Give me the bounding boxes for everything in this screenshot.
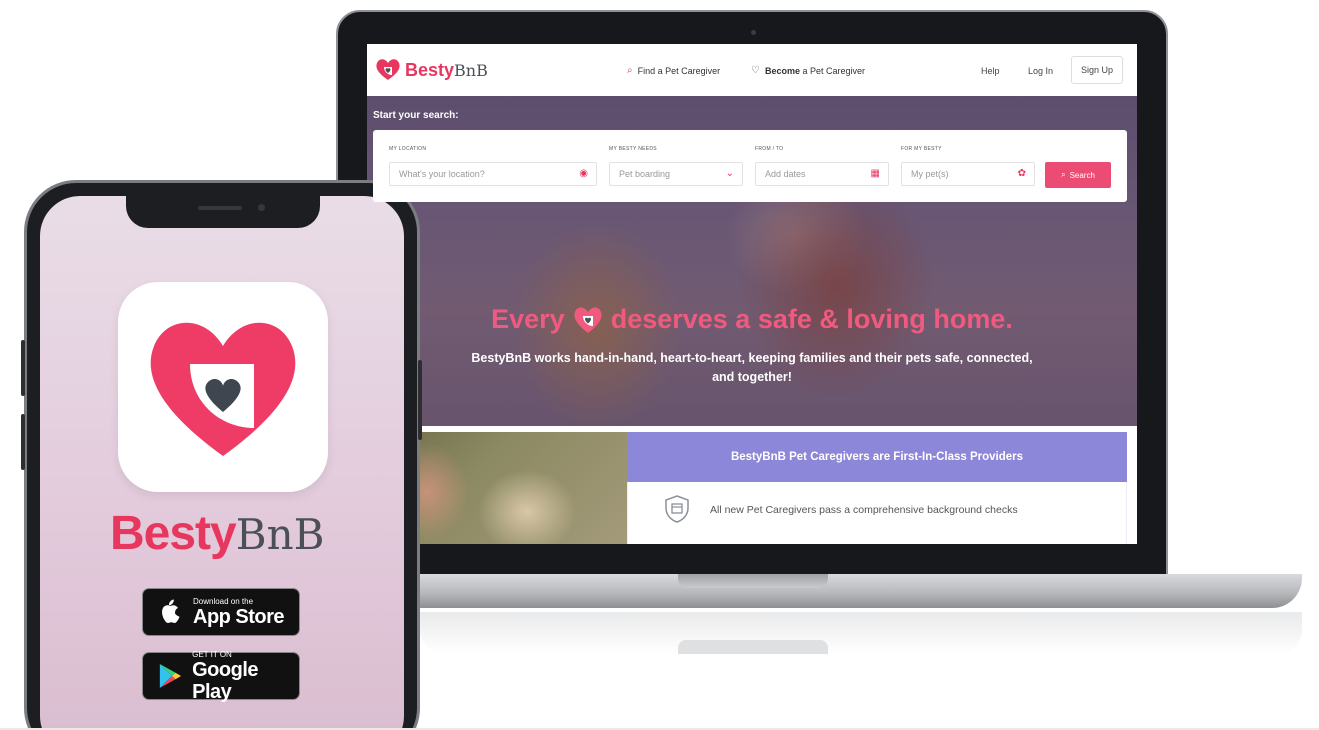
laptop-reflection bbox=[420, 612, 1302, 654]
laptop-hinge-notch bbox=[678, 574, 828, 588]
google-play-badge[interactable]: GET IT ON Google Play bbox=[142, 650, 300, 703]
search-icon: ⌕ bbox=[627, 65, 633, 76]
phone-volume-up bbox=[21, 340, 25, 396]
heart-outline-icon: ♡ bbox=[751, 65, 760, 76]
nav-help[interactable]: Help bbox=[981, 66, 1000, 76]
phone-volume-down bbox=[21, 414, 25, 470]
needs-label: MY BESTY NEEDS bbox=[609, 146, 657, 152]
heart-logo-icon bbox=[376, 59, 400, 80]
laptop-camera bbox=[751, 30, 756, 35]
apple-icon bbox=[155, 597, 185, 627]
nav-become-caregiver[interactable]: ♡ Become a Pet Caregiver bbox=[751, 65, 865, 76]
hero-headline: Every deserves a safe & loving home. bbox=[367, 304, 1137, 335]
search-title: Start your search: bbox=[373, 110, 459, 121]
location-placeholder: What's your location? bbox=[399, 169, 485, 179]
paw-icon: ✿ bbox=[1017, 168, 1026, 179]
google-play-icon bbox=[155, 661, 184, 691]
nav-find-caregiver[interactable]: ⌕ Find a Pet Caregiver bbox=[627, 65, 720, 76]
laptop-reflection-notch bbox=[678, 640, 828, 654]
dates-input[interactable]: Add dates ▦ bbox=[755, 162, 889, 186]
hero-section: Start your search: MY LOCATION What's yo… bbox=[367, 96, 1137, 426]
hero-subtext: BestyBnB works hand-in-hand, heart-to-he… bbox=[471, 351, 1033, 384]
shield-icon bbox=[665, 495, 689, 523]
google-play-small: GET IT ON bbox=[192, 649, 232, 659]
needs-select[interactable]: Pet boarding ⌄ bbox=[609, 162, 743, 186]
headline-start: Every bbox=[491, 304, 565, 334]
search-card: MY LOCATION What's your location? ◉ MY B… bbox=[373, 130, 1127, 202]
dates-label: FROM / TO bbox=[755, 146, 784, 152]
location-input[interactable]: What's your location? ◉ bbox=[389, 162, 597, 186]
providers-item: All new Pet Caregivers pass a comprehens… bbox=[627, 482, 1127, 544]
app-name: BestyBnB bbox=[110, 507, 325, 560]
phone-camera bbox=[258, 204, 265, 211]
dates-placeholder: Add dates bbox=[765, 169, 806, 179]
website-screen: BestyBnB ⌕ Find a Pet Caregiver ♡ Become… bbox=[367, 44, 1137, 544]
nav-become-label: Become a Pet Caregiver bbox=[764, 65, 866, 76]
location-pin-icon: ◉ bbox=[579, 168, 588, 179]
pets-label: FOR MY BESTY bbox=[901, 146, 942, 152]
phone-power-button bbox=[418, 360, 422, 440]
needs-value: Pet boarding bbox=[619, 169, 671, 179]
app-store-big: App Store bbox=[193, 605, 285, 628]
search-button[interactable]: ⌕ Search bbox=[1045, 162, 1111, 188]
location-label: MY LOCATION bbox=[389, 146, 427, 152]
heart-logo-icon bbox=[574, 307, 602, 333]
site-header: BestyBnB ⌕ Find a Pet Caregiver ♡ Become… bbox=[367, 44, 1137, 96]
headline-end: deserves a safe & loving home. bbox=[610, 304, 1013, 334]
signup-button[interactable]: Sign Up bbox=[1071, 56, 1123, 84]
app-store-badge[interactable]: Download on the App Store bbox=[142, 588, 300, 636]
providers-banner: BestyBnB Pet Caregivers are First-In-Cla… bbox=[627, 432, 1127, 482]
phone-speaker bbox=[198, 206, 242, 210]
app-store-text: Download on the App Store bbox=[193, 596, 285, 628]
chevron-down-icon: ⌄ bbox=[725, 168, 734, 179]
marketing-stage: BestyBnB ⌕ Find a Pet Caregiver ♡ Become… bbox=[0, 0, 1319, 730]
nav-find-label: Find a Pet Caregiver bbox=[637, 65, 721, 76]
providers-item-text: All new Pet Caregivers pass a comprehens… bbox=[710, 504, 1018, 516]
site-logo-text: BestyBnB bbox=[405, 59, 488, 80]
calendar-icon: ▦ bbox=[870, 168, 880, 179]
nav-login[interactable]: Log In bbox=[1028, 66, 1053, 76]
google-play-big: Google Play bbox=[192, 658, 259, 703]
google-play-text: GET IT ON Google Play bbox=[192, 650, 299, 703]
app-store-small: Download on the bbox=[193, 596, 254, 606]
search-icon: ⌕ bbox=[1061, 170, 1066, 179]
heart-logo-icon bbox=[150, 322, 296, 456]
phone-notch bbox=[126, 194, 320, 228]
site-logo[interactable]: BestyBnB bbox=[375, 58, 488, 82]
pets-placeholder: My pet(s) bbox=[911, 169, 949, 179]
providers-section: BestyBnB Pet Caregivers are First-In-Cla… bbox=[367, 426, 1137, 544]
search-button-label: Search bbox=[1069, 170, 1095, 180]
pets-input[interactable]: My pet(s) ✿ bbox=[901, 162, 1035, 186]
